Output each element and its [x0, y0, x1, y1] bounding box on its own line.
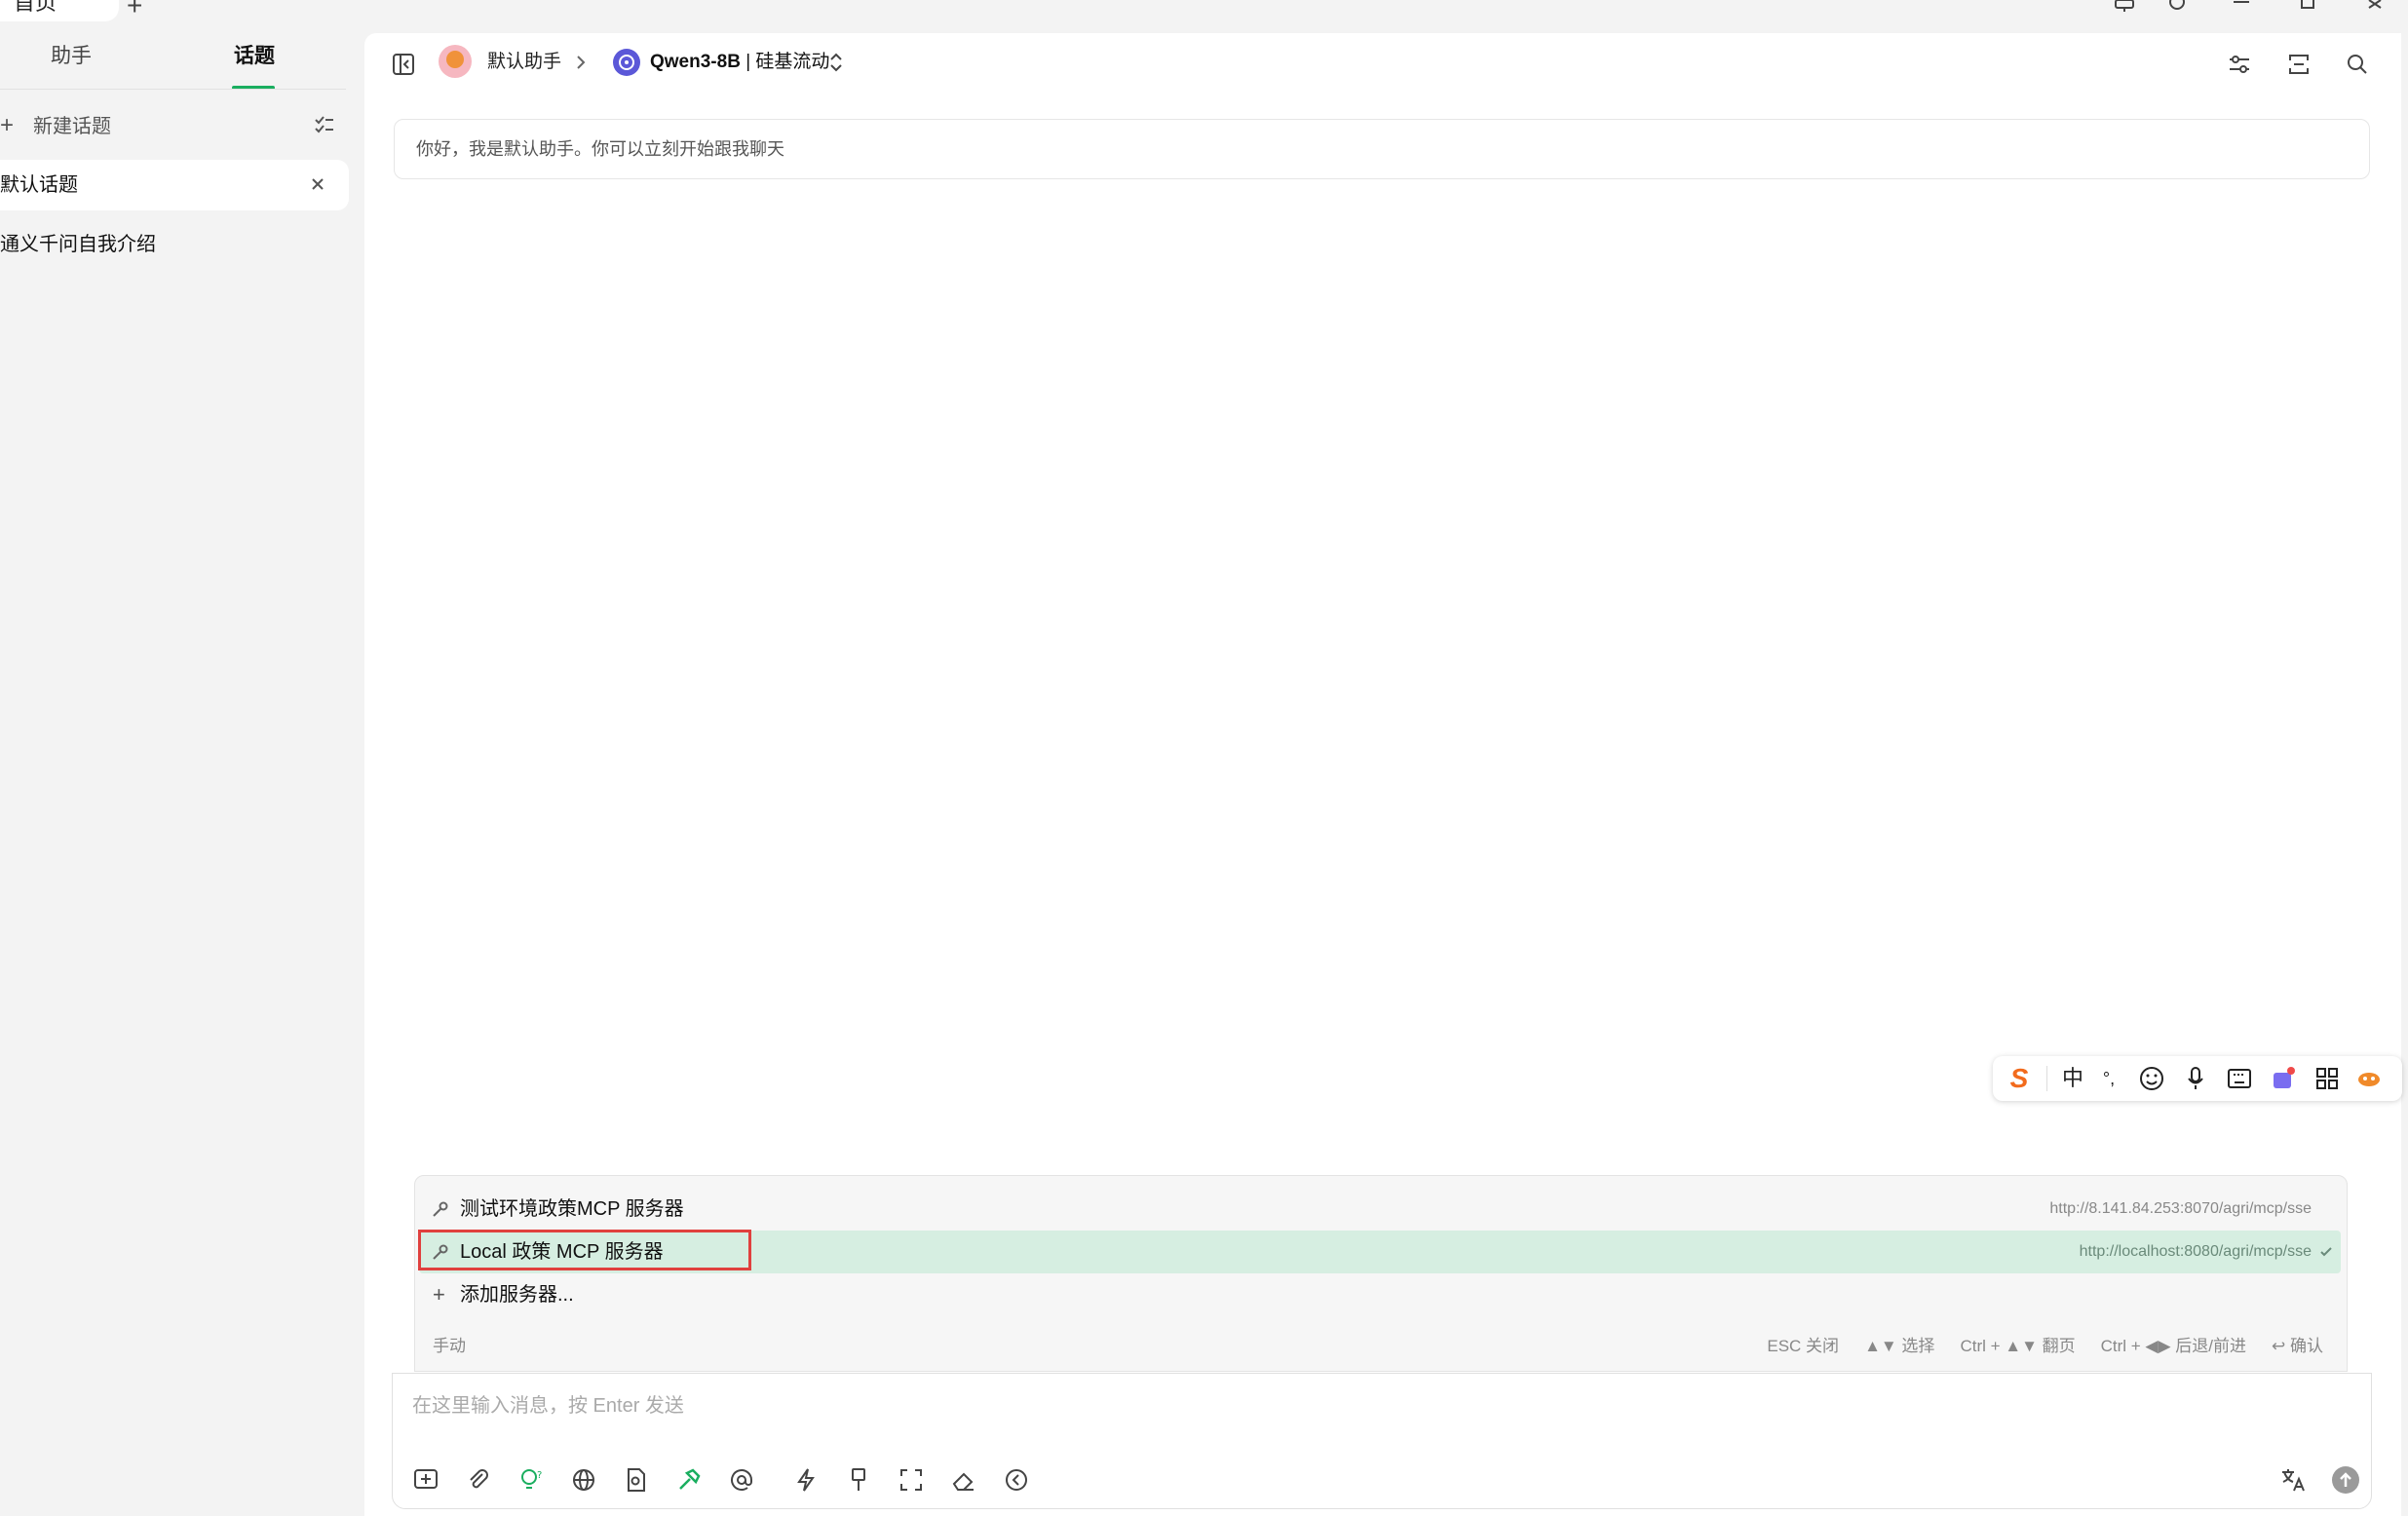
wrench-icon	[431, 1201, 448, 1219]
topic-label: 默认话题	[0, 174, 78, 196]
lightbulb-icon[interactable]: ?	[517, 1466, 545, 1494]
plus-icon: +	[433, 1282, 445, 1307]
list-sort-icon[interactable]	[314, 115, 335, 136]
hint-select: ▲▼ 选择	[1864, 1337, 1935, 1355]
mode-label: 手动	[433, 1337, 466, 1355]
minimize-icon[interactable]	[2228, 0, 2255, 14]
arrow-up-icon	[2340, 1472, 2351, 1487]
chevron-up-down-icon[interactable]	[828, 53, 844, 72]
hammer-icon[interactable]	[675, 1466, 703, 1494]
new-tab-button[interactable]: +	[127, 0, 142, 21]
hint-page: Ctrl + ▲▼ 翻页	[1960, 1337, 2076, 1355]
chevron-right-icon	[573, 54, 589, 71]
at-mention-icon[interactable]	[728, 1466, 755, 1494]
document-search-icon[interactable]	[623, 1466, 650, 1494]
new-topic-label: 新建话题	[33, 116, 112, 137]
home-tab[interactable]: 首页	[0, 0, 119, 21]
search-icon[interactable]	[2346, 53, 2369, 76]
globe-icon[interactable]	[570, 1466, 597, 1494]
ime-brand-logo[interactable]: S	[2005, 1064, 2034, 1093]
new-topic-icon[interactable]	[412, 1466, 440, 1494]
assistant-name[interactable]: 默认助手	[487, 49, 561, 76]
welcome-message: 你好，我是默认助手。你可以立刻开始跟我聊天	[394, 119, 2370, 179]
monitor-icon[interactable]	[2111, 0, 2138, 14]
close-icon[interactable]	[308, 174, 327, 194]
collapse-left-icon[interactable]	[1003, 1466, 1030, 1494]
microphone-icon[interactable]	[2181, 1064, 2210, 1093]
paperclip-icon[interactable]	[465, 1466, 492, 1494]
add-server-button[interactable]: + 添加服务器...	[419, 1273, 2341, 1316]
ime-punctuation-toggle[interactable]: °,	[2094, 1064, 2123, 1093]
fullscreen-icon[interactable]	[898, 1466, 925, 1494]
avatar-emoji	[446, 51, 464, 68]
sidebar-toggle-icon[interactable]	[392, 53, 415, 76]
topic-item-default[interactable]: 默认话题	[0, 160, 349, 210]
annotation-highlight-box	[418, 1230, 751, 1270]
gear-icon[interactable]	[2163, 0, 2191, 14]
tab-topics[interactable]: 话题	[234, 37, 275, 76]
grid-menu-icon[interactable]	[2312, 1064, 2342, 1093]
plus-icon: +	[0, 112, 15, 138]
translate-icon[interactable]	[2279, 1466, 2307, 1494]
keyboard-icon[interactable]	[2225, 1064, 2254, 1093]
maximize-icon[interactable]	[2294, 0, 2321, 14]
ime-language-toggle[interactable]: 中	[2058, 1064, 2087, 1093]
tab-assistant[interactable]: 助手	[51, 37, 92, 76]
sidebar-divider	[0, 89, 346, 90]
hint-close: ESC 关闭	[1767, 1337, 1840, 1355]
ime-toolbar: S 中 °,	[1993, 1056, 2402, 1101]
topic-item-qwen-intro[interactable]: 通义千问自我介绍	[0, 230, 156, 259]
emoji-icon[interactable]	[2137, 1064, 2166, 1093]
send-button[interactable]	[2332, 1466, 2359, 1494]
message-input[interactable]: 在这里输入消息，按 Enter 发送 ?	[392, 1373, 2372, 1509]
input-placeholder: 在这里输入消息，按 Enter 发送	[412, 1395, 684, 1417]
hint-confirm: ↩ 确认	[2272, 1337, 2323, 1355]
check-icon	[2319, 1245, 2333, 1259]
paintbrush-icon[interactable]	[845, 1466, 872, 1494]
mcp-server-popup: 测试环境政策MCP 服务器 http://8.141.84.253:8070/a…	[414, 1175, 2348, 1372]
new-topic-button[interactable]: + 新建话题	[0, 109, 111, 142]
hint-nav: Ctrl + ◀▶ 后退/前进	[2100, 1337, 2247, 1355]
mcp-server-item[interactable]: 测试环境政策MCP 服务器 http://8.141.84.253:8070/a…	[419, 1188, 2341, 1231]
skin-icon[interactable]	[2269, 1064, 2298, 1093]
eraser-icon[interactable]	[950, 1466, 977, 1494]
mcp-popup-footer: 手动 ESC 关闭 ▲▼ 选择 Ctrl + ▲▼ 翻页 Ctrl + ◀▶ 后退/前…	[433, 1332, 2323, 1361]
sliders-icon[interactable]	[2228, 53, 2251, 76]
lightning-icon[interactable]	[792, 1466, 820, 1494]
close-window-icon[interactable]	[2362, 0, 2389, 14]
expand-icon[interactable]	[2287, 53, 2311, 76]
mascot-icon[interactable]	[2355, 1064, 2385, 1093]
model-selector[interactable]: Qwen3-8B | 硅基流动	[650, 49, 829, 76]
model-provider-logo	[613, 49, 640, 76]
svg-text:?: ?	[537, 1470, 542, 1481]
